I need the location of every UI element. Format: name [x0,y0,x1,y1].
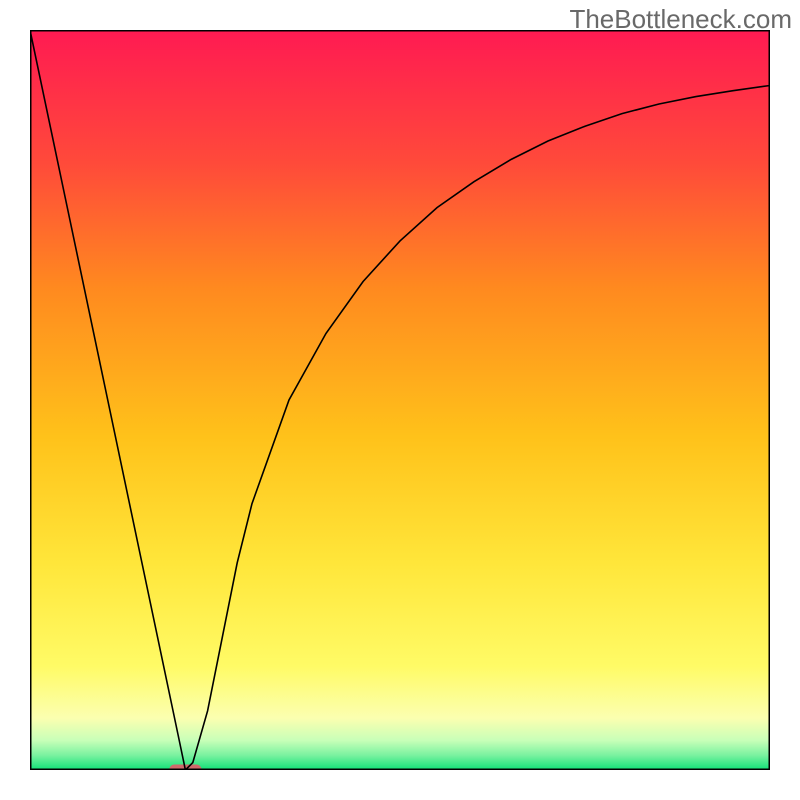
chart-svg [30,30,770,770]
chart-frame: TheBottleneck.com [0,0,800,800]
gradient-background [30,30,770,770]
plot-area [30,30,770,770]
